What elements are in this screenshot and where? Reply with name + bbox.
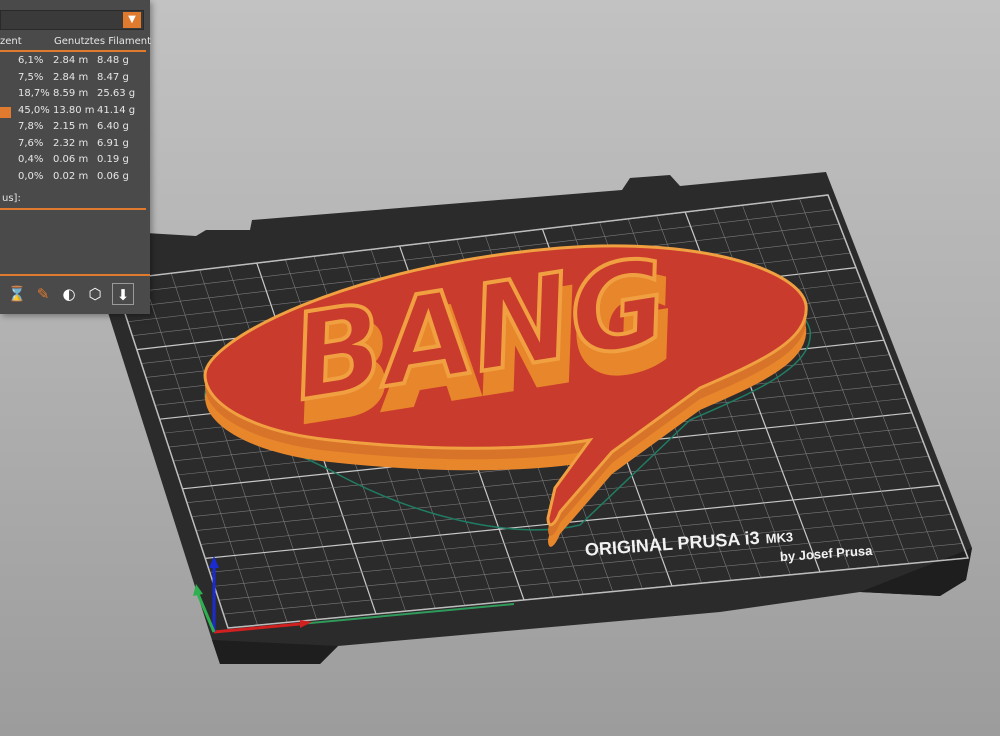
length-value: 2.15 m [53, 121, 89, 132]
percent-value: 45,0% [18, 104, 50, 116]
stats-row: 7,6% 2.32 m 6.91 g [0, 138, 150, 154]
percent-value: 0,4% [18, 154, 44, 165]
length-value: 2.84 m [53, 71, 89, 83]
percent-value: 6,1% [18, 55, 44, 66]
weight-value: 25.63 g [97, 88, 136, 99]
percent-column-header: zent [0, 36, 22, 47]
length-value: 2.84 m [53, 55, 89, 66]
stats-row: 18,7% 8.59 m 25.63 g [0, 88, 150, 104]
percent-value: 7,8% [18, 121, 44, 132]
weight-value: 41.14 g [97, 104, 136, 116]
stats-row: 45,0% 13.80 m 41.14 g [0, 105, 150, 121]
header-divider [0, 50, 146, 52]
weight-value: 6.40 g [97, 121, 129, 132]
chevron-down-icon[interactable]: ▼ [123, 12, 141, 28]
toolbar-divider [0, 274, 150, 276]
3d-viewport[interactable]: ORIGINAL PRUSA i3 MK3 by Josef Prusa BANG… [0, 0, 1000, 736]
stats-row: 6,1% 2.84 m 8.48 g [0, 55, 150, 71]
length-value: 0.06 m [53, 154, 89, 165]
stats-row: 7,8% 2.15 m 6.40 g [0, 121, 150, 137]
percent-value: 7,6% [18, 137, 44, 149]
section-divider [0, 208, 146, 210]
contrast-icon[interactable]: ◐ [58, 283, 80, 305]
length-value: 2.32 m [53, 137, 89, 149]
weight-value: 8.48 g [97, 55, 129, 66]
percent-value: 7,5% [18, 71, 44, 83]
wireframe-cube-icon[interactable]: ⬡ [84, 283, 106, 305]
export-arrow-icon[interactable]: ⬇ [112, 283, 134, 305]
brush-icon[interactable]: ✎ [32, 283, 54, 305]
color-swatch [0, 106, 11, 118]
hourglass-icon[interactable]: ⌛ [6, 283, 28, 305]
weight-value: 0.06 g [97, 170, 129, 182]
percent-value: 18,7% [18, 88, 50, 99]
view-type-combobox[interactable]: ▼ [0, 10, 144, 30]
weight-value: 8.47 g [97, 71, 129, 83]
percent-value: 0,0% [18, 170, 44, 182]
length-value: 8.59 m [53, 88, 89, 99]
stats-row: 0,0% 0.02 m 0.06 g [0, 171, 150, 187]
filament-column-header: Genutztes Filament [54, 36, 152, 47]
section-subheading: us]: [2, 193, 21, 204]
length-value: 13.80 m [53, 104, 95, 116]
weight-value: 6.91 g [97, 137, 129, 149]
weight-value: 0.19 g [97, 154, 129, 165]
stats-row: 0,4% 0.06 m 0.19 g [0, 154, 150, 170]
stats-row: 7,5% 2.84 m 8.47 g [0, 72, 150, 88]
sliced-info-panel: ▼ zent Genutztes Filament 6,1% 2.84 m 8.48… [0, 0, 152, 314]
length-value: 0.02 m [53, 170, 89, 182]
